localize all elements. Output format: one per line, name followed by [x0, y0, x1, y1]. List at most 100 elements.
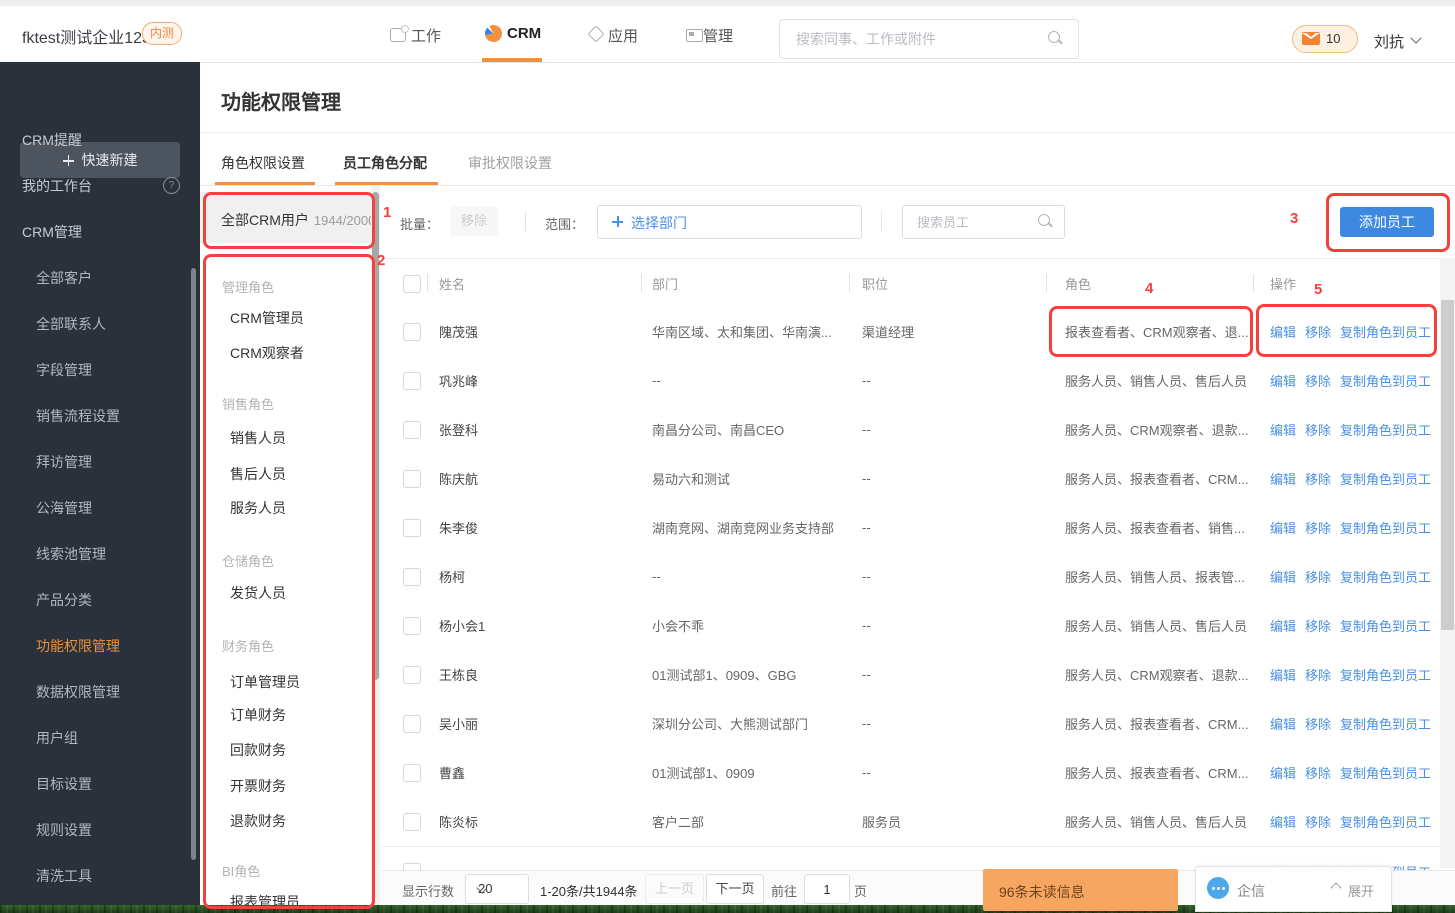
nav-item-crm[interactable]: CRM [507, 25, 541, 42]
sidebar-item-goal-setting[interactable]: 目标设置 [36, 775, 92, 793]
tab-employee-role[interactable]: 员工角色分配 [343, 154, 427, 172]
edit-link[interactable]: 编辑 [1270, 374, 1296, 389]
employee-search-input[interactable] [915, 212, 1029, 232]
remove-link[interactable]: 移除 [1305, 374, 1331, 389]
edit-link[interactable]: 编辑 [1270, 815, 1296, 830]
copy-role-link[interactable]: 复制角色到员工 [1340, 423, 1431, 438]
copy-role-link[interactable]: 复制角色到员工 [1340, 668, 1431, 683]
unread-messages-toast[interactable]: 96条未读信息 [983, 869, 1178, 911]
role-item-payment-finance[interactable]: 回款财务 [230, 741, 286, 759]
sidebar-item-function-permission[interactable]: 功能权限管理 [36, 637, 120, 655]
add-employee-button[interactable]: 添加员工 [1340, 207, 1434, 237]
remove-link[interactable]: 移除 [1305, 570, 1331, 585]
copy-role-link[interactable]: 复制角色到员工 [1340, 521, 1431, 536]
role-item-order-finance[interactable]: 订单财务 [230, 706, 286, 724]
edit-link[interactable]: 编辑 [1270, 325, 1296, 340]
remove-link[interactable]: 移除 [1305, 423, 1331, 438]
edit-link[interactable]: 编辑 [1270, 472, 1296, 487]
row-checkbox[interactable] [403, 763, 421, 782]
edit-link[interactable]: 编辑 [1270, 619, 1296, 634]
role-item-sales[interactable]: 销售人员 [230, 429, 286, 447]
role-item-shipping[interactable]: 发货人员 [230, 584, 286, 602]
sidebar-item-all-customers[interactable]: 全部客户 [36, 269, 92, 287]
edit-link[interactable]: 编辑 [1270, 717, 1296, 732]
help-icon[interactable]: ? [163, 177, 180, 194]
role-item-service[interactable]: 服务人员 [230, 499, 286, 517]
select-all-checkbox[interactable] [403, 274, 421, 293]
row-checkbox[interactable] [403, 665, 421, 684]
prev-page-button[interactable]: 上一页 [645, 874, 704, 904]
page-title: 功能权限管理 [221, 92, 341, 114]
copy-role-link[interactable]: 复制角色到员工 [1340, 717, 1431, 732]
global-search-input[interactable] [794, 28, 1028, 50]
sidebar-item-all-contacts[interactable]: 全部联系人 [36, 315, 106, 333]
copy-role-link[interactable]: 复制角色到员工 [1340, 619, 1431, 634]
table-scrollbar-thumb[interactable] [1441, 300, 1454, 630]
sidebar-item-lead-pool[interactable]: 线索池管理 [36, 545, 106, 563]
sidebar-item-my-workbench[interactable]: 我的工作台 [22, 177, 92, 195]
rows-per-page-select[interactable]: 20 [465, 874, 529, 904]
sidebar-item-crm-admin[interactable]: CRM管理 [22, 223, 82, 241]
remove-link[interactable]: 移除 [1305, 717, 1331, 732]
row-checkbox[interactable] [403, 567, 421, 586]
select-department-box[interactable]: 选择部门 [597, 205, 862, 239]
edit-link[interactable]: 编辑 [1270, 521, 1296, 536]
page-number-input[interactable] [804, 874, 850, 904]
mail-badge[interactable]: 10 [1292, 25, 1358, 53]
row-checkbox[interactable] [403, 518, 421, 537]
expand-label[interactable]: 展开 [1348, 881, 1374, 900]
sidebar-item-product-category[interactable]: 产品分类 [36, 591, 92, 609]
remove-link[interactable]: 移除 [1305, 472, 1331, 487]
sidebar-item-public-sea[interactable]: 公海管理 [36, 499, 92, 517]
copy-role-link[interactable]: 复制角色到员工 [1340, 815, 1431, 830]
remove-link[interactable]: 移除 [1305, 815, 1331, 830]
remove-link[interactable]: 移除 [1305, 521, 1331, 536]
role-item-order-admin[interactable]: 订单管理员 [230, 673, 300, 691]
role-item-refund-finance[interactable]: 退款财务 [230, 812, 286, 830]
remove-link[interactable]: 移除 [1305, 766, 1331, 781]
annotation-number-5: 5 [1314, 281, 1323, 298]
row-checkbox[interactable] [403, 616, 421, 635]
tab-role-permission[interactable]: 角色权限设置 [221, 154, 305, 172]
sidebar-item-data-permission[interactable]: 数据权限管理 [36, 683, 120, 701]
copy-role-link[interactable]: 复制角色到员工 [1340, 374, 1431, 389]
sidebar-item-user-group[interactable]: 用户组 [36, 729, 78, 747]
row-checkbox[interactable] [403, 812, 421, 831]
chat-dock[interactable]: 企信 展开 [1195, 866, 1392, 912]
role-item-aftersales[interactable]: 售后人员 [230, 465, 286, 483]
sidebar-scrollbar-thumb[interactable] [191, 268, 196, 860]
nav-item-apps[interactable]: 应用 [608, 25, 638, 46]
copy-role-link[interactable]: 复制角色到员工 [1340, 325, 1431, 340]
sidebar-item-field-mgmt[interactable]: 字段管理 [36, 361, 92, 379]
role-item-crm-observer[interactable]: CRM观察者 [230, 344, 304, 362]
copy-role-link[interactable]: 复制角色到员工 [1340, 766, 1431, 781]
sidebar-item-visit-mgmt[interactable]: 拜访管理 [36, 453, 92, 471]
user-menu[interactable]: 刘抗 [1374, 31, 1404, 52]
role-item-invoice-finance[interactable]: 开票财务 [230, 777, 286, 795]
edit-link[interactable]: 编辑 [1270, 766, 1296, 781]
sidebar-item-sales-flow[interactable]: 销售流程设置 [36, 407, 120, 425]
nav-item-admin[interactable]: 管理 [703, 25, 733, 46]
edit-link[interactable]: 编辑 [1270, 423, 1296, 438]
sidebar-item-crm-reminder[interactable]: CRM提醒 [22, 131, 82, 149]
nav-item-work[interactable]: 工作 [411, 25, 441, 46]
row-checkbox[interactable] [403, 714, 421, 733]
remove-link[interactable]: 移除 [1305, 619, 1331, 634]
edit-link[interactable]: 编辑 [1270, 668, 1296, 683]
remove-link[interactable]: 移除 [1305, 325, 1331, 340]
row-checkbox[interactable] [403, 469, 421, 488]
copy-role-link[interactable]: 复制角色到员工 [1340, 472, 1431, 487]
tab-approval-permission[interactable]: 审批权限设置 [468, 154, 552, 172]
edit-link[interactable]: 编辑 [1270, 570, 1296, 585]
sidebar-item-clean-tool[interactable]: 清洗工具 [36, 867, 92, 885]
row-checkbox[interactable] [403, 322, 421, 341]
next-page-button[interactable]: 下一页 [706, 874, 764, 904]
copy-role-link[interactable]: 复制角色到员工 [1340, 570, 1431, 585]
role-item-crm-admin[interactable]: CRM管理员 [230, 309, 304, 327]
sidebar-item-rule-setting[interactable]: 规则设置 [36, 821, 92, 839]
row-checkbox[interactable] [403, 420, 421, 439]
batch-remove-button[interactable]: 移除 [450, 206, 498, 236]
remove-link[interactable]: 移除 [1305, 668, 1331, 683]
row-checkbox[interactable] [403, 371, 421, 390]
chevron-down-icon[interactable] [1410, 32, 1422, 44]
